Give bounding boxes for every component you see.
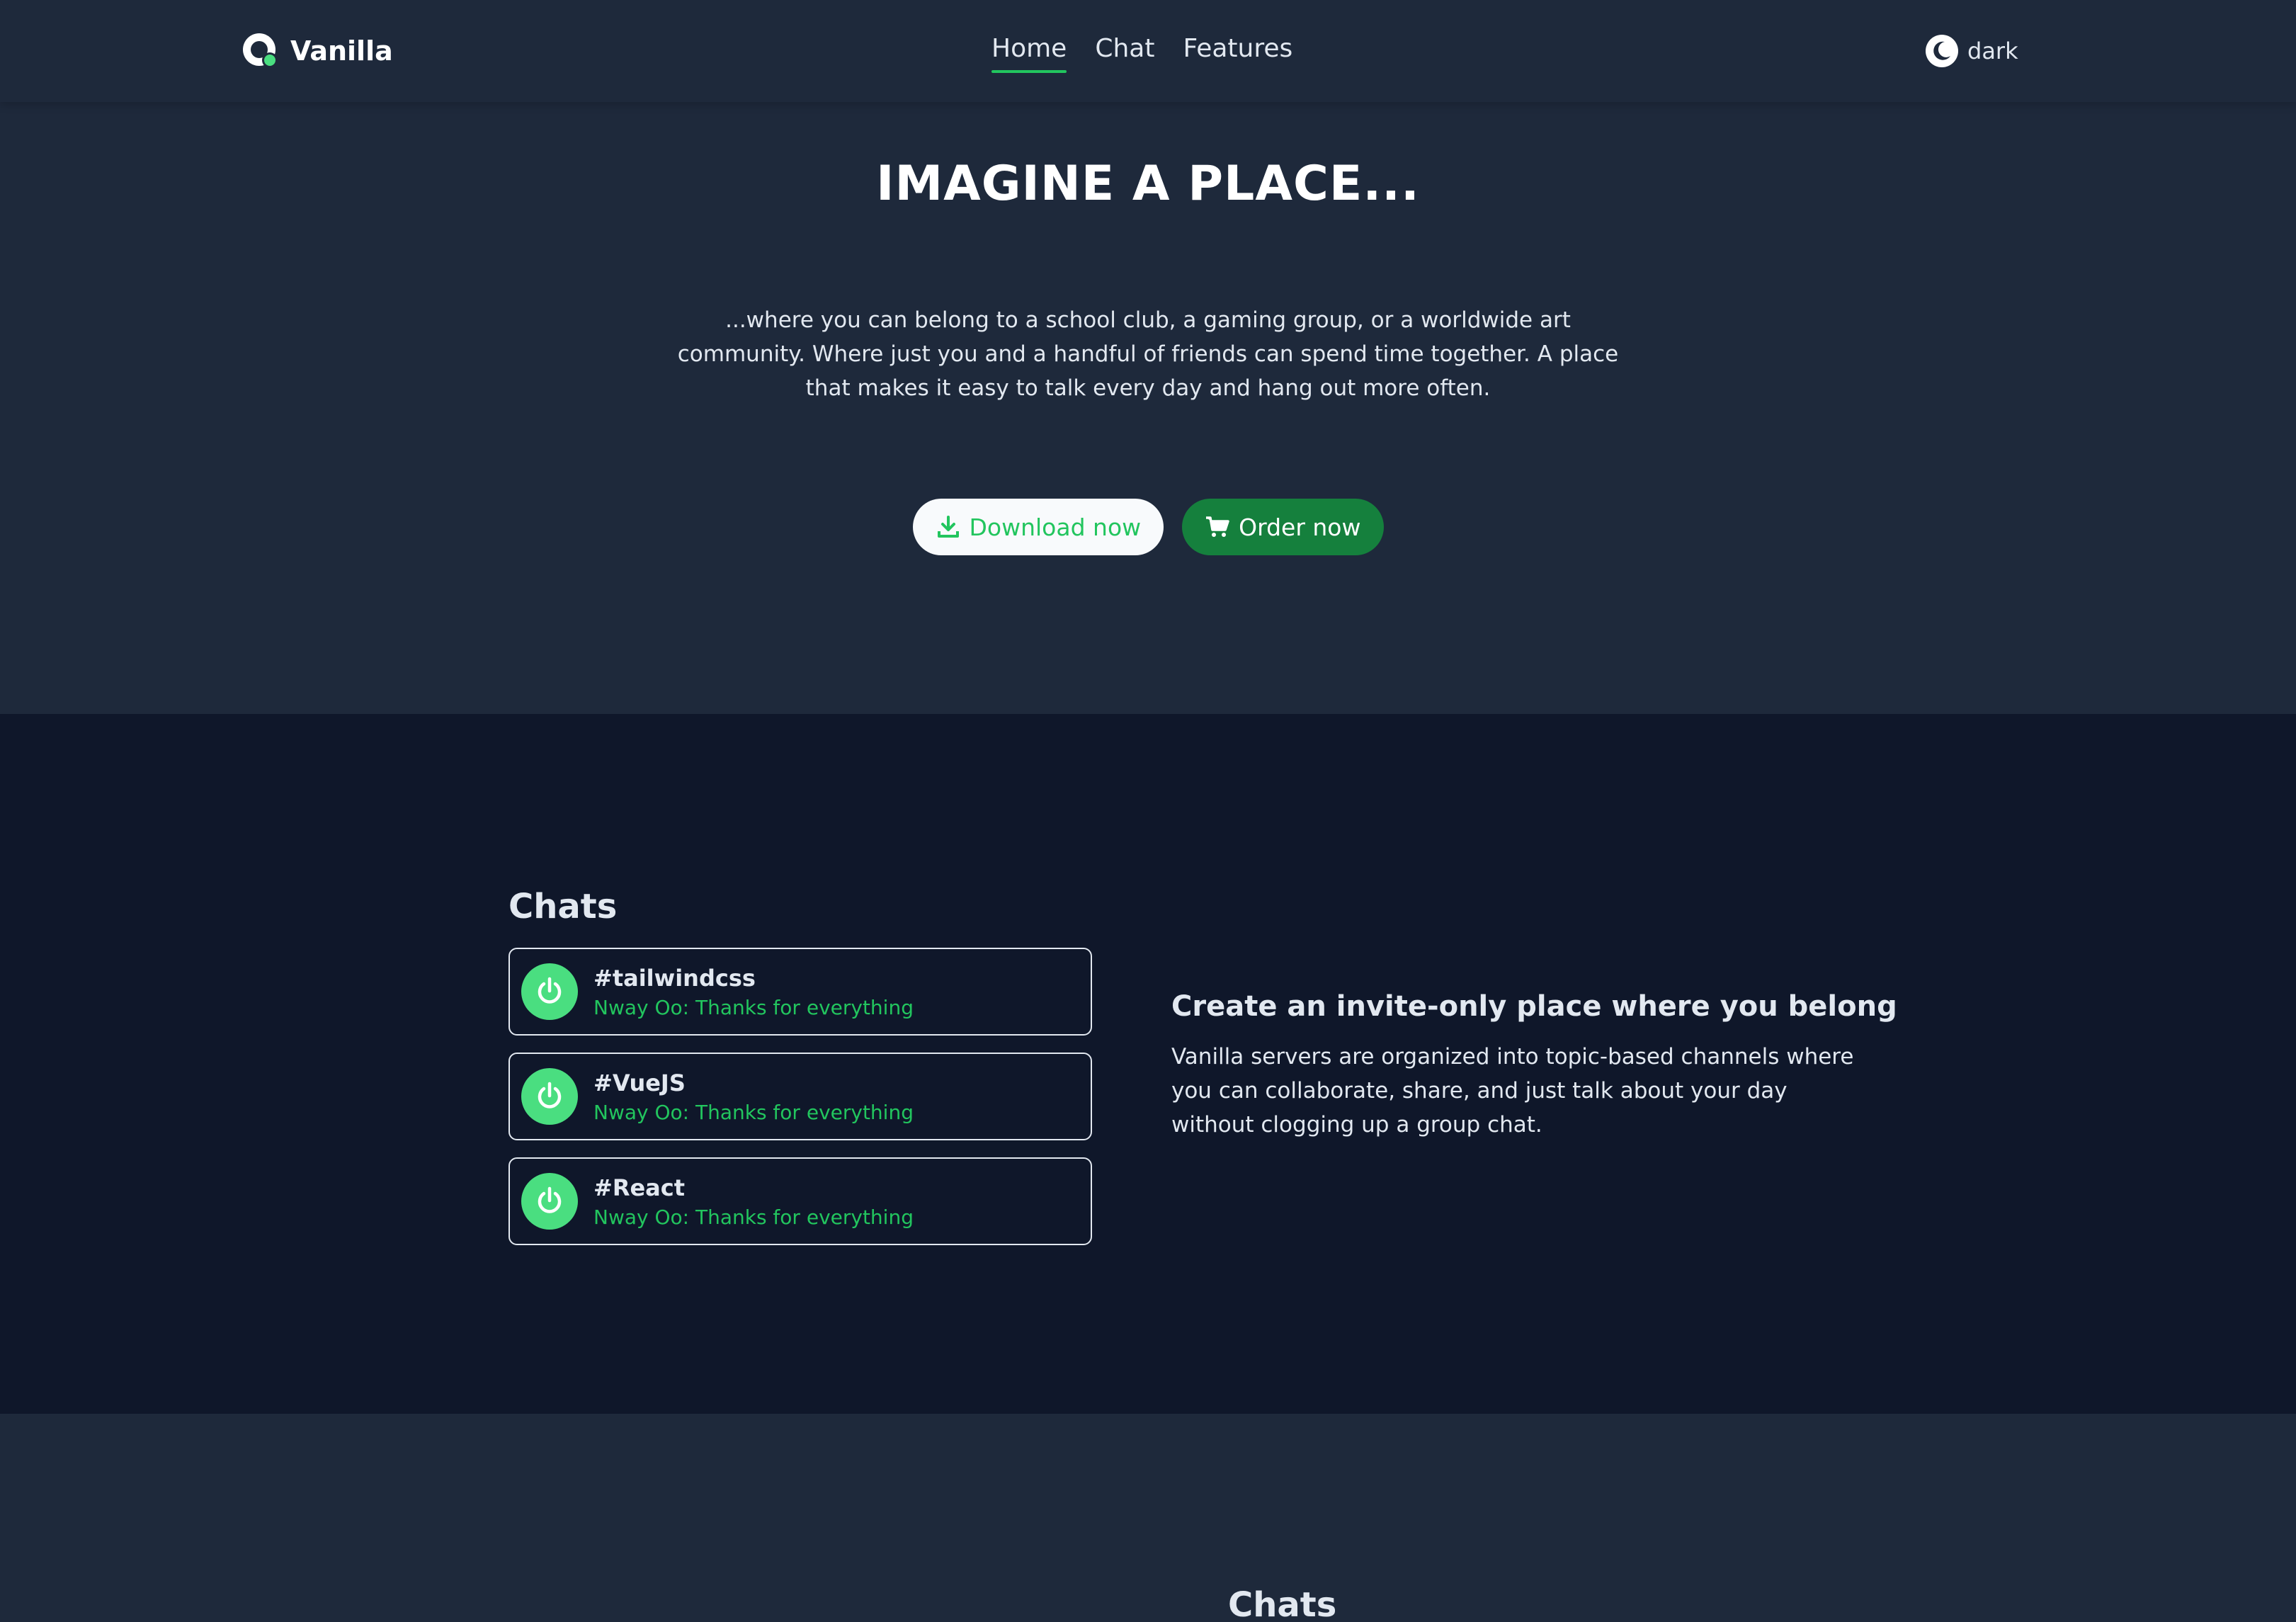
chat-text: #tailwindcss Nway Oo: Thanks for everyth… — [593, 965, 914, 1019]
power-icon — [538, 1082, 562, 1108]
chat-name: #VueJS — [593, 1069, 686, 1096]
feature-description: Vanilla servers are organized into topic… — [1171, 1044, 1854, 1138]
chat-card-tailwindcss[interactable]: #tailwindcss Nway Oo: Thanks for everyth… — [508, 948, 1092, 1036]
nav-links: Home Chat Features — [991, 31, 1292, 73]
chat-text: #VueJS Nway Oo: Thanks for everything — [593, 1070, 914, 1124]
chat-avatar — [521, 1068, 578, 1125]
order-button[interactable]: Order now — [1182, 499, 1384, 555]
chat-list: #tailwindcss Nway Oo: Thanks for everyth… — [508, 948, 1092, 1262]
bottom-section: Chats — [0, 1414, 2296, 1622]
bottom-chats-title: Chats — [1228, 1585, 1337, 1622]
nav-link-features[interactable]: Features — [1183, 34, 1292, 69]
download-icon — [937, 516, 959, 538]
chat-text: #React Nway Oo: Thanks for everything — [593, 1174, 914, 1229]
brand-name: Vanilla — [290, 35, 393, 67]
moon-icon — [1926, 35, 1958, 67]
brand[interactable]: Vanilla — [241, 30, 393, 72]
vanilla-logo-icon — [243, 33, 278, 68]
chat-message: Nway Oo: Thanks for everything — [593, 1100, 914, 1124]
chat-name: #tailwindcss — [593, 964, 756, 992]
top-navbar: Vanilla Home Chat Features dark — [0, 0, 2296, 102]
hero-title: IMAGINE A PLACE... — [876, 156, 1420, 212]
hero-section: IMAGINE A PLACE... ...where you can belo… — [0, 102, 2296, 714]
chat-card-react[interactable]: #React Nway Oo: Thanks for everything — [508, 1157, 1092, 1245]
hero-buttons: Download now Order now — [0, 499, 2296, 555]
nav-link-chat[interactable]: Chat — [1095, 34, 1154, 69]
cart-icon — [1206, 516, 1229, 537]
feature-title: Create an invite-only place where you be… — [1171, 990, 1897, 1023]
theme-label: dark — [1967, 38, 2018, 64]
chats-section: Chats #tailwindcss Nway Oo: Thanks for e… — [0, 714, 2296, 1414]
power-icon — [538, 1186, 562, 1213]
chat-message: Nway Oo: Thanks for everything — [593, 1205, 914, 1229]
theme-toggle[interactable]: dark — [1925, 33, 2018, 69]
chat-message: Nway Oo: Thanks for everything — [593, 995, 914, 1019]
order-label: Order now — [1239, 513, 1361, 541]
nav-link-home[interactable]: Home — [991, 34, 1067, 73]
download-button[interactable]: Download now — [912, 499, 1164, 555]
hero-description: ...where you can belong to a school club… — [677, 307, 1619, 401]
power-icon — [538, 977, 562, 1004]
chat-name: #React — [593, 1174, 686, 1201]
chat-card-vuejs[interactable]: #VueJS Nway Oo: Thanks for everything — [508, 1053, 1092, 1140]
chat-avatar — [521, 1173, 578, 1230]
chats-title: Chats — [508, 887, 618, 926]
chat-avatar — [521, 963, 578, 1020]
download-label: Download now — [969, 513, 1142, 541]
